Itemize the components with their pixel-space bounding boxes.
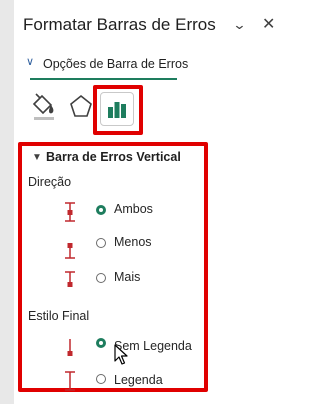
option-label-cap[interactable]: Legenda: [114, 373, 163, 387]
cap-icon: [62, 369, 78, 393]
tab-underline: [30, 78, 177, 80]
mouse-cursor-icon: [114, 344, 128, 366]
fill-line-icon[interactable]: [26, 90, 60, 124]
no-cap-icon: [62, 336, 78, 360]
end-style-label: Estilo Final: [28, 309, 90, 323]
minus-direction-icon: [62, 237, 78, 261]
option-label-plus[interactable]: Mais: [114, 270, 140, 284]
pane-title: Formatar Barras de Erros: [23, 15, 216, 34]
both-direction-icon: [62, 200, 78, 224]
radio-plus[interactable]: [96, 273, 106, 283]
plus-direction-icon: [62, 269, 78, 293]
radio-cap[interactable]: [96, 374, 106, 384]
chevron-down-icon: ∨: [26, 56, 35, 68]
direction-label: Direção: [28, 175, 72, 189]
chevron-down-icon: ▼: [32, 152, 42, 163]
close-icon[interactable]: ✕: [262, 16, 275, 34]
radio-minus[interactable]: [96, 238, 106, 248]
chevron-down-icon[interactable]: ⌄: [232, 16, 246, 34]
tab-label: Opções de Barra de Erros: [43, 57, 189, 71]
radio-no-cap[interactable]: [96, 338, 106, 348]
option-label-minus[interactable]: Menos: [114, 235, 152, 249]
section-title: Barra de Erros Vertical: [46, 150, 181, 164]
option-label-both[interactable]: Ambos: [114, 202, 153, 216]
radio-both[interactable]: [96, 205, 106, 215]
error-bar-options-icon[interactable]: [100, 92, 134, 126]
window-left-edge: [0, 0, 14, 404]
